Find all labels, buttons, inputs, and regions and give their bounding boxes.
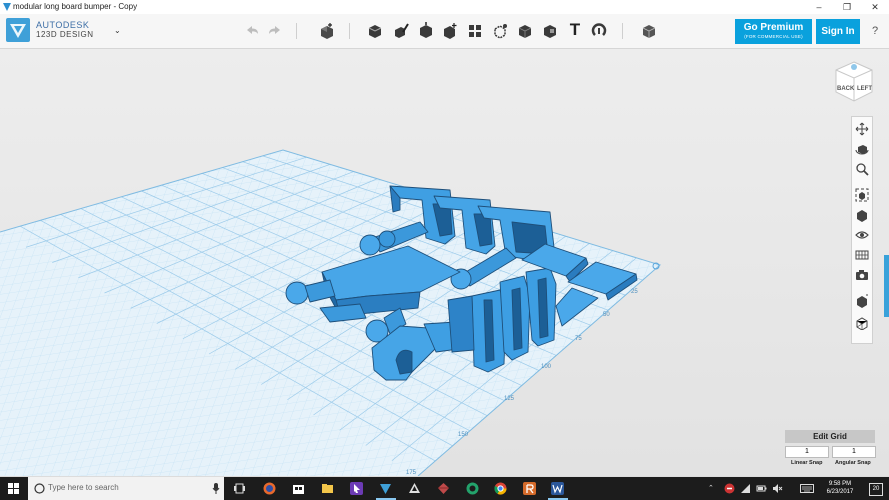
snap-tool-icon[interactable] (590, 22, 608, 40)
search-placeholder: Type here to search (48, 483, 119, 492)
logo-mark-icon (10, 24, 26, 38)
123d-design-taskbar-icon[interactable] (379, 482, 392, 495)
cursor-app-icon[interactable] (350, 482, 363, 495)
wireframe-view-icon[interactable] (855, 316, 869, 330)
zoom-icon[interactable] (855, 162, 869, 176)
go-premium-sublabel: (FOR COMMERCIAL USE) (744, 34, 803, 39)
minimize-button[interactable]: – (805, 0, 833, 14)
grouping-tool-icon[interactable] (491, 22, 509, 40)
action-center-button[interactable]: 20 (869, 483, 883, 496)
grid-tick-label: 150 (458, 432, 469, 438)
fit-view-icon[interactable] (855, 188, 869, 202)
3d-viewport[interactable]: 25 50 75 100 125 150 175 BACK LEFT Edit … (0, 49, 889, 476)
grid-tick-label: 25 (631, 289, 638, 295)
fork-part[interactable] (447, 295, 475, 353)
materials-outlines-icon[interactable] (855, 208, 869, 222)
view-cube-left-label: LEFT (857, 86, 872, 92)
modify-tool-icon[interactable] (441, 22, 459, 40)
r-app-icon[interactable] (523, 482, 536, 495)
grid-snap-icon[interactable] (855, 248, 869, 262)
word-icon[interactable] (551, 482, 564, 495)
view-cube-back-label: BACK (837, 86, 855, 92)
toolbar-divider (296, 23, 297, 39)
app-icon (3, 3, 11, 11)
microphone-icon[interactable] (212, 483, 220, 494)
ball-joint[interactable] (359, 234, 381, 256)
file-explorer-icon[interactable] (321, 482, 334, 495)
task-view-icon[interactable] (233, 482, 246, 495)
grid-tick-label: 50 (603, 312, 610, 318)
taskbar-search-box[interactable]: Type here to search (28, 477, 224, 500)
edit-grid-button[interactable]: Edit Grid (785, 430, 875, 443)
firefox-icon[interactable] (263, 482, 276, 495)
app-menu-chevron-icon[interactable]: ⌄ (114, 26, 121, 35)
camera-icon[interactable] (855, 268, 869, 282)
primitives-tool-icon[interactable] (366, 22, 384, 40)
brand-product: 123D DESIGN (36, 30, 94, 39)
orbit-icon[interactable] (855, 142, 869, 156)
store-icon[interactable] (292, 482, 305, 495)
measure-tool-icon[interactable] (541, 22, 559, 40)
gem-app-icon[interactable] (437, 482, 450, 495)
pan-icon[interactable] (855, 122, 869, 136)
brand-company: AUTODESK (36, 20, 90, 30)
volume-mute-tray-icon[interactable] (772, 483, 783, 494)
app-logo[interactable] (6, 18, 30, 42)
maximize-button[interactable]: ❐ (833, 0, 861, 14)
brand-name: AUTODESK 123D DESIGN (36, 20, 94, 40)
linear-snap-label: Linear Snap (791, 460, 823, 466)
view-cube[interactable]: BACK LEFT (832, 59, 876, 105)
pattern-tool-icon[interactable] (466, 22, 484, 40)
navigation-toolbar (851, 116, 873, 344)
antivirus-tray-icon[interactable] (724, 483, 735, 494)
green-c-app-icon[interactable] (466, 482, 479, 495)
help-button[interactable]: ? (867, 23, 883, 39)
undo-icon[interactable] (243, 22, 261, 40)
grid-tick-label: 75 (575, 336, 582, 342)
keyboard-tray-icon[interactable] (800, 483, 814, 494)
search-icon (34, 483, 45, 494)
angular-snap-label: Angular Snap (835, 460, 871, 466)
sign-in-button[interactable]: Sign In (816, 19, 860, 44)
clock-date: 6/23/2017 (826, 489, 854, 495)
title-bar: modular long board bumper - Copy – ❐ ✕ (0, 0, 889, 14)
toolbar-divider (622, 23, 623, 39)
grid-tick-label: 125 (504, 396, 515, 402)
linear-snap-input[interactable]: 1 (785, 446, 829, 458)
solid-view-icon[interactable] (855, 294, 869, 308)
network-tray-icon[interactable] (740, 483, 751, 494)
angular-snap-input[interactable]: 1 (832, 446, 876, 458)
go-premium-button[interactable]: Go Premium (FOR COMMERCIAL USE) (735, 19, 812, 44)
text-tool-icon[interactable]: T (566, 20, 584, 39)
material-tool-icon[interactable] (640, 22, 658, 40)
chrome-icon[interactable] (494, 482, 507, 495)
fork-part[interactable] (499, 275, 531, 361)
home-view-icon[interactable] (851, 64, 857, 70)
inkscape-icon[interactable] (408, 482, 421, 495)
window-title: modular long board bumper - Copy (13, 2, 138, 11)
edit-grid-panel: Edit Grid 1 1 Linear Snap Angular Snap (785, 430, 876, 470)
ball-joint[interactable] (378, 230, 396, 248)
redo-icon[interactable] (266, 22, 284, 40)
combine-tool-icon[interactable] (516, 22, 534, 40)
visibility-eye-icon[interactable] (855, 228, 869, 242)
grid-tick-label: 100 (541, 364, 552, 370)
go-premium-label: Go Premium (743, 22, 804, 33)
main-toolbar: AUTODESK 123D DESIGN ⌄ T Go Premium (FOR… (0, 14, 889, 49)
scene-canvas[interactable]: 25 50 75 100 125 150 175 (0, 49, 889, 476)
windows-start-icon[interactable] (8, 483, 19, 494)
grid-tick-label: 175 (406, 470, 417, 476)
clock-time: 9:58 PM (828, 481, 852, 487)
ball-joint[interactable] (285, 281, 309, 305)
show-hidden-icons-icon[interactable]: ⌃ (708, 484, 714, 492)
transform-tool-icon[interactable] (317, 22, 335, 40)
right-panel-toggle[interactable] (884, 255, 889, 317)
construct-tool-icon[interactable] (417, 22, 435, 40)
taskbar: Type here to search ⌃ 9:58 PM 6/23/2017 … (0, 477, 889, 500)
close-button[interactable]: ✕ (861, 0, 889, 14)
battery-tray-icon[interactable] (756, 483, 767, 494)
system-clock[interactable]: 9:58 PM 6/23/2017 (817, 480, 863, 496)
toolbar-divider (349, 23, 350, 39)
sketch-tool-icon[interactable] (392, 22, 410, 40)
